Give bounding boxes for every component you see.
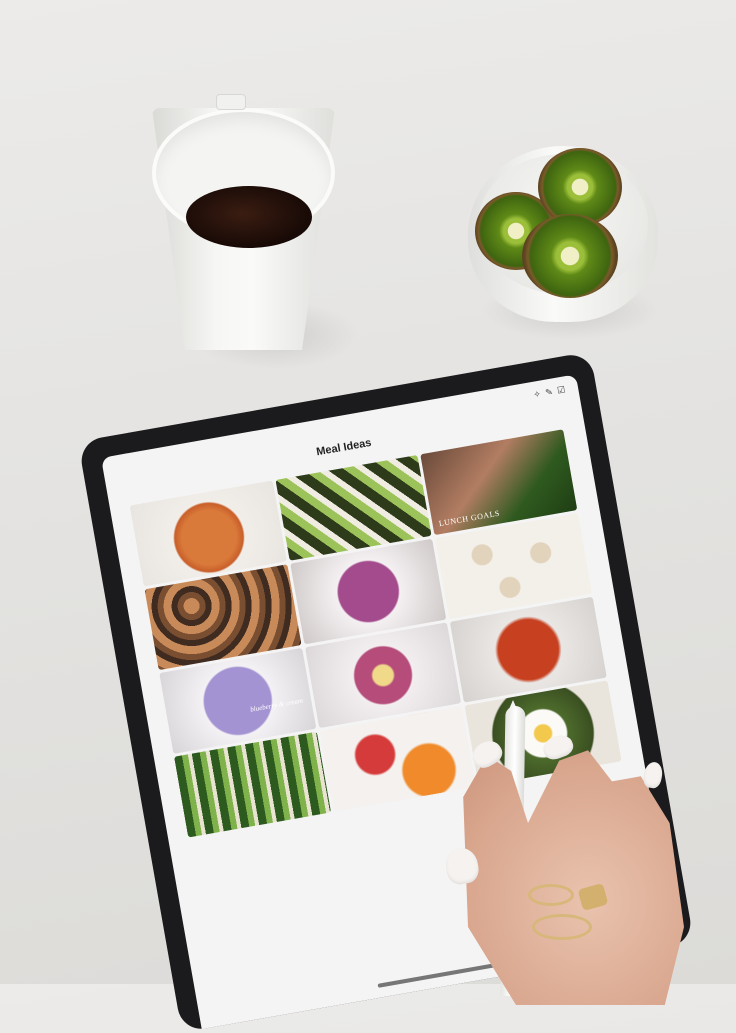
tile-caption: LUNCH GOALS (438, 508, 501, 529)
ring (528, 884, 574, 906)
coffee (186, 186, 312, 248)
tile-caption: blueberry & cream (249, 696, 304, 714)
status-icons: ✧ ✎ ☑ (532, 384, 568, 400)
ring (532, 914, 592, 940)
kiwi-half (522, 214, 618, 298)
cup-handle (216, 94, 246, 110)
photo-scene: ✧ ✎ ☑ Meal Ideas LUNCH GOALS blueberry &… (0, 0, 736, 1033)
